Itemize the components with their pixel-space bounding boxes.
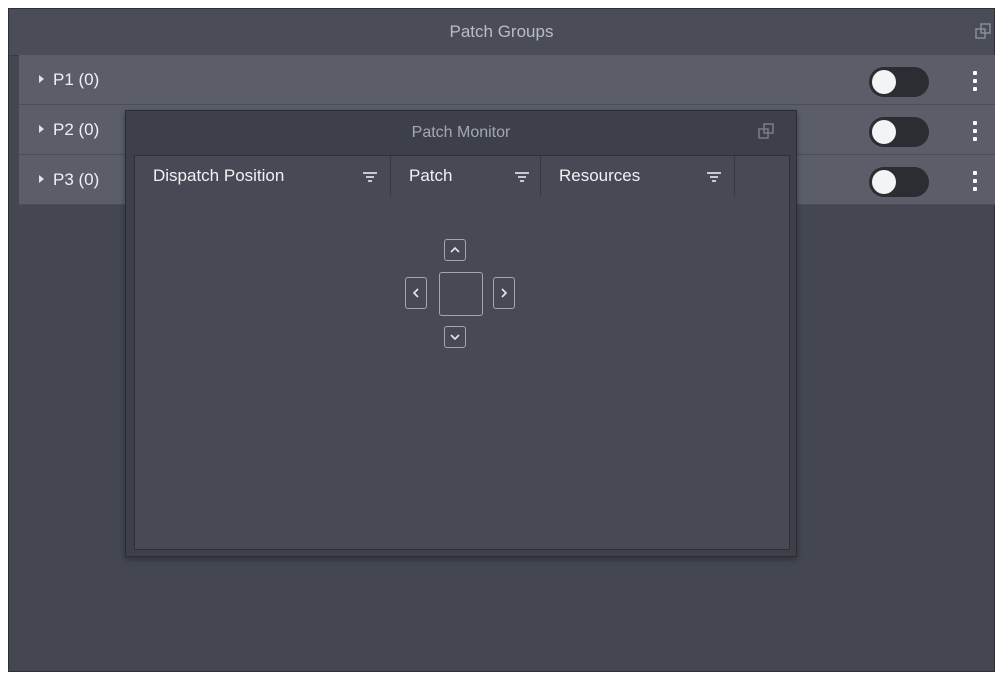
patch-group-label: P3 (0) <box>53 170 100 189</box>
patch-monitor-window[interactable]: Patch Monitor Dispatch Position Patch Re… <box>125 110 797 557</box>
toggle-knob <box>872 70 896 94</box>
patch-group-toggle[interactable] <box>869 167 929 197</box>
toggle-knob <box>872 120 896 144</box>
patch-monitor-table: Dispatch Position Patch Resources <box>134 155 790 550</box>
column-label: Dispatch Position <box>153 166 285 185</box>
expand-arrow-icon[interactable] <box>39 125 44 133</box>
expand-arrow-icon[interactable] <box>39 175 44 183</box>
column-header-dispatch-position[interactable]: Dispatch Position <box>135 156 391 196</box>
patch-group-toggle[interactable] <box>869 67 929 97</box>
filter-icon[interactable] <box>707 172 721 182</box>
undock-icon[interactable] <box>975 23 991 39</box>
column-label: Resources <box>559 166 641 185</box>
toggle-knob <box>872 170 896 194</box>
filter-icon[interactable] <box>363 172 377 182</box>
column-header-patch[interactable]: Patch <box>391 156 541 196</box>
chevron-left-icon[interactable] <box>405 277 427 309</box>
undock-icon[interactable] <box>758 123 774 139</box>
patch-group-toggle[interactable] <box>869 117 929 147</box>
more-options-icon[interactable] <box>964 118 986 144</box>
patch-group-label: P1 (0) <box>53 70 100 89</box>
chevron-right-icon[interactable] <box>493 277 515 309</box>
column-header-resources[interactable]: Resources <box>541 156 735 196</box>
patch-groups-title: Patch Groups <box>9 9 994 56</box>
more-options-icon[interactable] <box>964 68 986 94</box>
chevron-down-icon[interactable] <box>444 326 466 348</box>
patch-group-label: P2 (0) <box>53 120 100 139</box>
column-label: Patch <box>409 166 453 185</box>
expand-arrow-icon[interactable] <box>39 75 44 83</box>
filter-icon[interactable] <box>515 172 529 182</box>
center-pad[interactable] <box>439 272 483 316</box>
more-options-icon[interactable] <box>964 168 986 194</box>
patch-monitor-title[interactable]: Patch Monitor <box>126 111 796 155</box>
patch-group-row-p1[interactable]: P1 (0) <box>19 55 995 105</box>
chevron-up-icon[interactable] <box>444 239 466 261</box>
